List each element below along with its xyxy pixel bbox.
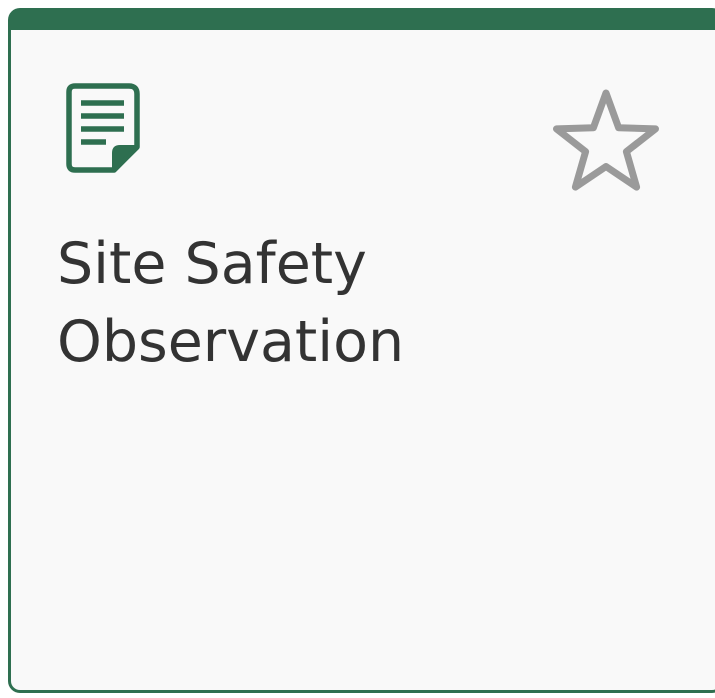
star-outline-icon[interactable] xyxy=(546,85,666,203)
document-icon xyxy=(66,83,146,183)
card-title: Site Safety Observation xyxy=(57,231,405,375)
form-card[interactable]: Site Safety Observation xyxy=(8,8,715,693)
